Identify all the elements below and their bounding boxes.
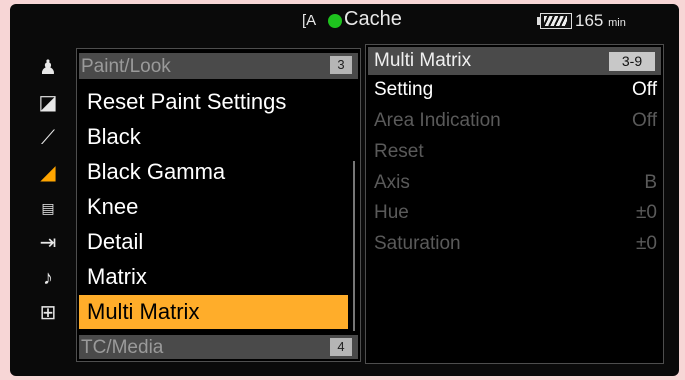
media-label: Cache <box>344 8 402 30</box>
next-category-title: TC/Media <box>81 337 164 358</box>
category-title: Paint/Look <box>81 56 171 77</box>
detail-title: Multi Matrix <box>374 50 472 71</box>
menu-item-black-gamma[interactable]: Black Gamma <box>87 155 225 189</box>
clapperboard-icon[interactable]: ⟋ <box>26 122 70 154</box>
category-number: 3 <box>330 56 352 74</box>
saturation-label: Saturation <box>374 233 461 254</box>
system-icon[interactable]: ⊞ <box>26 297 70 329</box>
camera-icon[interactable]: ◪ <box>26 87 70 119</box>
menu-item-knee[interactable]: Knee <box>87 190 138 224</box>
menu-item-detail[interactable]: Detail <box>87 225 143 259</box>
menu-list-panel: Paint/Look 3 Reset Paint Settings Black … <box>76 48 361 362</box>
menu-item-matrix[interactable]: Matrix <box>87 260 147 294</box>
detail-header: Multi Matrix 3-9 <box>368 47 661 75</box>
camera-menu-screen: [A Cache 165 min ♟ ◪ ⟋ ◢ ▤ ⇥ ♪ ⊞ Paint/L… <box>10 4 679 376</box>
menu-scrollbar[interactable] <box>353 161 355 331</box>
timecode-icon[interactable]: ▤ <box>26 192 70 224</box>
axis-label: Axis <box>374 172 410 193</box>
menu-item-reset-paint-settings[interactable]: Reset Paint Settings <box>87 85 286 119</box>
setting-value: Off <box>632 79 657 100</box>
setting-label: Setting <box>374 79 434 100</box>
record-dot-icon <box>328 14 342 28</box>
output-icon[interactable]: ⇥ <box>26 227 70 259</box>
hue-row[interactable]: Hue ±0 <box>374 202 657 230</box>
saturation-row[interactable]: Saturation ±0 <box>374 233 657 261</box>
saturation-value: ±0 <box>636 233 657 254</box>
category-header: Paint/Look 3 <box>79 53 358 79</box>
axis-row[interactable]: Axis B <box>374 172 657 200</box>
area-indication-value: Off <box>632 110 657 131</box>
next-category-number: 4 <box>330 338 352 356</box>
area-indication-row[interactable]: Area Indication Off <box>374 110 657 138</box>
hue-value: ±0 <box>636 202 657 223</box>
detail-panel: Multi Matrix 3-9 Setting Off Area Indica… <box>365 44 664 364</box>
paint-look-icon[interactable]: ◢ <box>26 157 70 189</box>
user-menu-icon[interactable]: ♟ <box>26 52 70 84</box>
page-indicator: 3-9 <box>609 52 655 71</box>
battery-remaining: 165 min <box>575 11 626 30</box>
status-bar: [A Cache 165 min <box>10 4 679 38</box>
reset-label: Reset <box>374 141 424 162</box>
next-category[interactable]: TC/Media 4 <box>79 335 358 359</box>
hue-label: Hue <box>374 202 409 223</box>
reset-row[interactable]: Reset <box>374 141 657 169</box>
audio-icon[interactable]: ♪ <box>26 262 70 294</box>
menu-item-black[interactable]: Black <box>87 120 141 154</box>
setting-row[interactable]: Setting Off <box>374 79 657 107</box>
mode-indicator: [A <box>302 12 317 29</box>
axis-value: B <box>644 172 657 193</box>
menu-item-multi-matrix[interactable]: Multi Matrix <box>79 295 348 329</box>
area-indication-label: Area Indication <box>374 110 501 131</box>
battery-icon <box>537 13 572 29</box>
